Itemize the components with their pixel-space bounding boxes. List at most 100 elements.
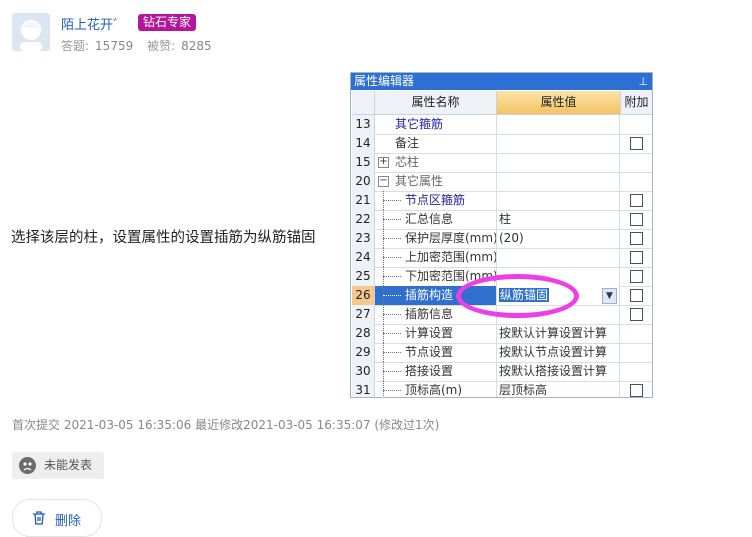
collapse-icon[interactable]: −	[378, 176, 389, 187]
table-row[interactable]: 20− 其它属性	[352, 172, 652, 192]
table-header: 属性名称 属性值 附加	[352, 91, 652, 115]
table-row[interactable]: 21 节点区箍筋	[352, 191, 652, 211]
username-link[interactable]: 陌上花开゛	[61, 14, 126, 33]
add-cell	[621, 286, 652, 305]
expert-badge: 钻石专家	[138, 14, 197, 31]
header-num	[352, 91, 375, 114]
add-cell	[621, 267, 652, 286]
expand-icon[interactable]: +	[378, 157, 389, 168]
attach-checkbox[interactable]	[630, 137, 643, 150]
attach-checkbox[interactable]	[630, 308, 643, 321]
name-cell[interactable]: + 芯柱	[375, 153, 497, 172]
highlight-ellipse	[456, 274, 579, 318]
name-cell[interactable]: 节点设置	[375, 343, 497, 362]
row-number: 13	[352, 115, 375, 134]
row-number: 30	[352, 362, 375, 381]
name-cell[interactable]: 保护层厚度(mm)	[375, 229, 497, 248]
name-cell[interactable]: 汇总信息	[375, 210, 497, 229]
attach-checkbox[interactable]	[630, 251, 643, 264]
value-cell[interactable]	[497, 134, 620, 153]
table-row[interactable]: 30 搭接设置 按默认搭接设置计算	[352, 362, 652, 382]
delete-button[interactable]: 删除	[12, 499, 102, 537]
tree-branch	[383, 371, 401, 372]
table-row[interactable]: 31 顶标高(m) 层顶标高	[352, 381, 652, 397]
header-add: 附加	[624, 95, 649, 109]
name-cell[interactable]: 搭接设置	[375, 362, 497, 381]
row-number: 15	[352, 153, 375, 172]
attach-checkbox[interactable]	[630, 194, 643, 207]
value-cell[interactable]	[497, 172, 620, 191]
property-editor-image: 属性编辑器 ⊥ 属性名称 属性值 附加 13 其它箍筋 14 备注 15 + 芯柱 20− 其它…	[350, 72, 653, 398]
name-cell[interactable]: 上加密范围(mm)	[375, 248, 497, 267]
name-cell[interactable]: 节点区箍筋	[375, 191, 497, 210]
user-avatar-icon	[19, 20, 43, 51]
attach-checkbox[interactable]	[630, 270, 643, 283]
tree-branch	[383, 333, 401, 334]
table-row[interactable]: 14 备注	[352, 134, 652, 154]
tree-branch	[383, 200, 401, 201]
property-name: 其它属性	[395, 174, 444, 188]
table-row[interactable]: 28 计算设置 按默认计算设置计算	[352, 324, 652, 344]
row-number: 20	[352, 172, 375, 191]
row-number: 27	[352, 305, 375, 324]
row-number: 24	[352, 248, 375, 267]
editor-title-text: 属性编辑器	[354, 74, 415, 88]
property-value: (20)	[499, 231, 524, 245]
cannot-post-tag: 未能发表	[12, 452, 104, 479]
property-name: 插筋信息	[405, 307, 454, 321]
value-cell[interactable]	[497, 248, 620, 267]
value-cell[interactable]	[497, 191, 620, 210]
avatar[interactable]	[12, 13, 50, 51]
value-cell[interactable]: 柱	[497, 210, 620, 229]
attach-checkbox[interactable]	[630, 232, 643, 245]
value-cell[interactable]: (20)	[497, 229, 620, 248]
table-row[interactable]: 15 + 芯柱	[352, 153, 652, 173]
value-cell[interactable]: 按默认计算设置计算	[497, 324, 620, 343]
table-row[interactable]: 24 上加密范围(mm)	[352, 248, 652, 268]
name-cell[interactable]: 其它箍筋	[375, 115, 497, 134]
tree-branch	[383, 276, 401, 277]
add-cell	[621, 343, 652, 362]
tree-branch	[383, 295, 401, 296]
value-cell[interactable]	[497, 115, 620, 134]
row-number: 21	[352, 191, 375, 210]
table-row[interactable]: 23 保护层厚度(mm) (20)	[352, 229, 652, 249]
attach-checkbox[interactable]	[630, 289, 643, 302]
cannot-post-label: 未能发表	[44, 458, 93, 472]
row-number: 31	[352, 381, 375, 397]
name-cell[interactable]: 顶标高(m)	[375, 381, 497, 397]
row-number: 14	[352, 134, 375, 153]
add-cell	[621, 210, 652, 229]
attach-checkbox[interactable]	[630, 384, 643, 397]
value-cell[interactable]: 层顶标高	[497, 381, 620, 397]
tree-branch	[383, 390, 401, 391]
property-value: 柱	[499, 212, 512, 226]
table-row[interactable]: 22 汇总信息 柱	[352, 210, 652, 230]
attach-checkbox[interactable]	[630, 213, 643, 226]
answers-count: 15759	[95, 39, 134, 53]
pin-icon: ⊥	[638, 75, 648, 88]
delete-label: 删除	[55, 514, 82, 529]
property-name: 备注	[395, 136, 420, 150]
header-name: 属性名称	[375, 91, 497, 114]
property-name: 搭接设置	[405, 364, 454, 378]
table-row[interactable]: 13 其它箍筋	[352, 115, 652, 135]
add-cell	[621, 115, 652, 134]
name-cell[interactable]: − 其它属性	[375, 172, 497, 191]
name-cell[interactable]: 计算设置	[375, 324, 497, 343]
likes-count: 8285	[181, 39, 212, 53]
property-name: 节点区箍筋	[405, 193, 466, 207]
row-number: 25	[352, 267, 375, 286]
add-cell	[621, 248, 652, 267]
property-value: 按默认搭接设置计算	[499, 364, 608, 378]
row-number: 28	[352, 324, 375, 343]
tree-branch	[383, 257, 401, 258]
value-cell[interactable]: 按默认搭接设置计算	[497, 362, 620, 381]
value-cell[interactable]: 按默认节点设置计算	[497, 343, 620, 362]
likes-label: 被赞:	[147, 39, 176, 53]
value-cell[interactable]	[497, 153, 620, 172]
row-number: 23	[352, 229, 375, 248]
name-cell[interactable]: 备注	[375, 134, 497, 153]
table-row[interactable]: 29 节点设置 按默认节点设置计算	[352, 343, 652, 363]
dropdown-arrow-icon[interactable]: ▼	[602, 288, 617, 304]
